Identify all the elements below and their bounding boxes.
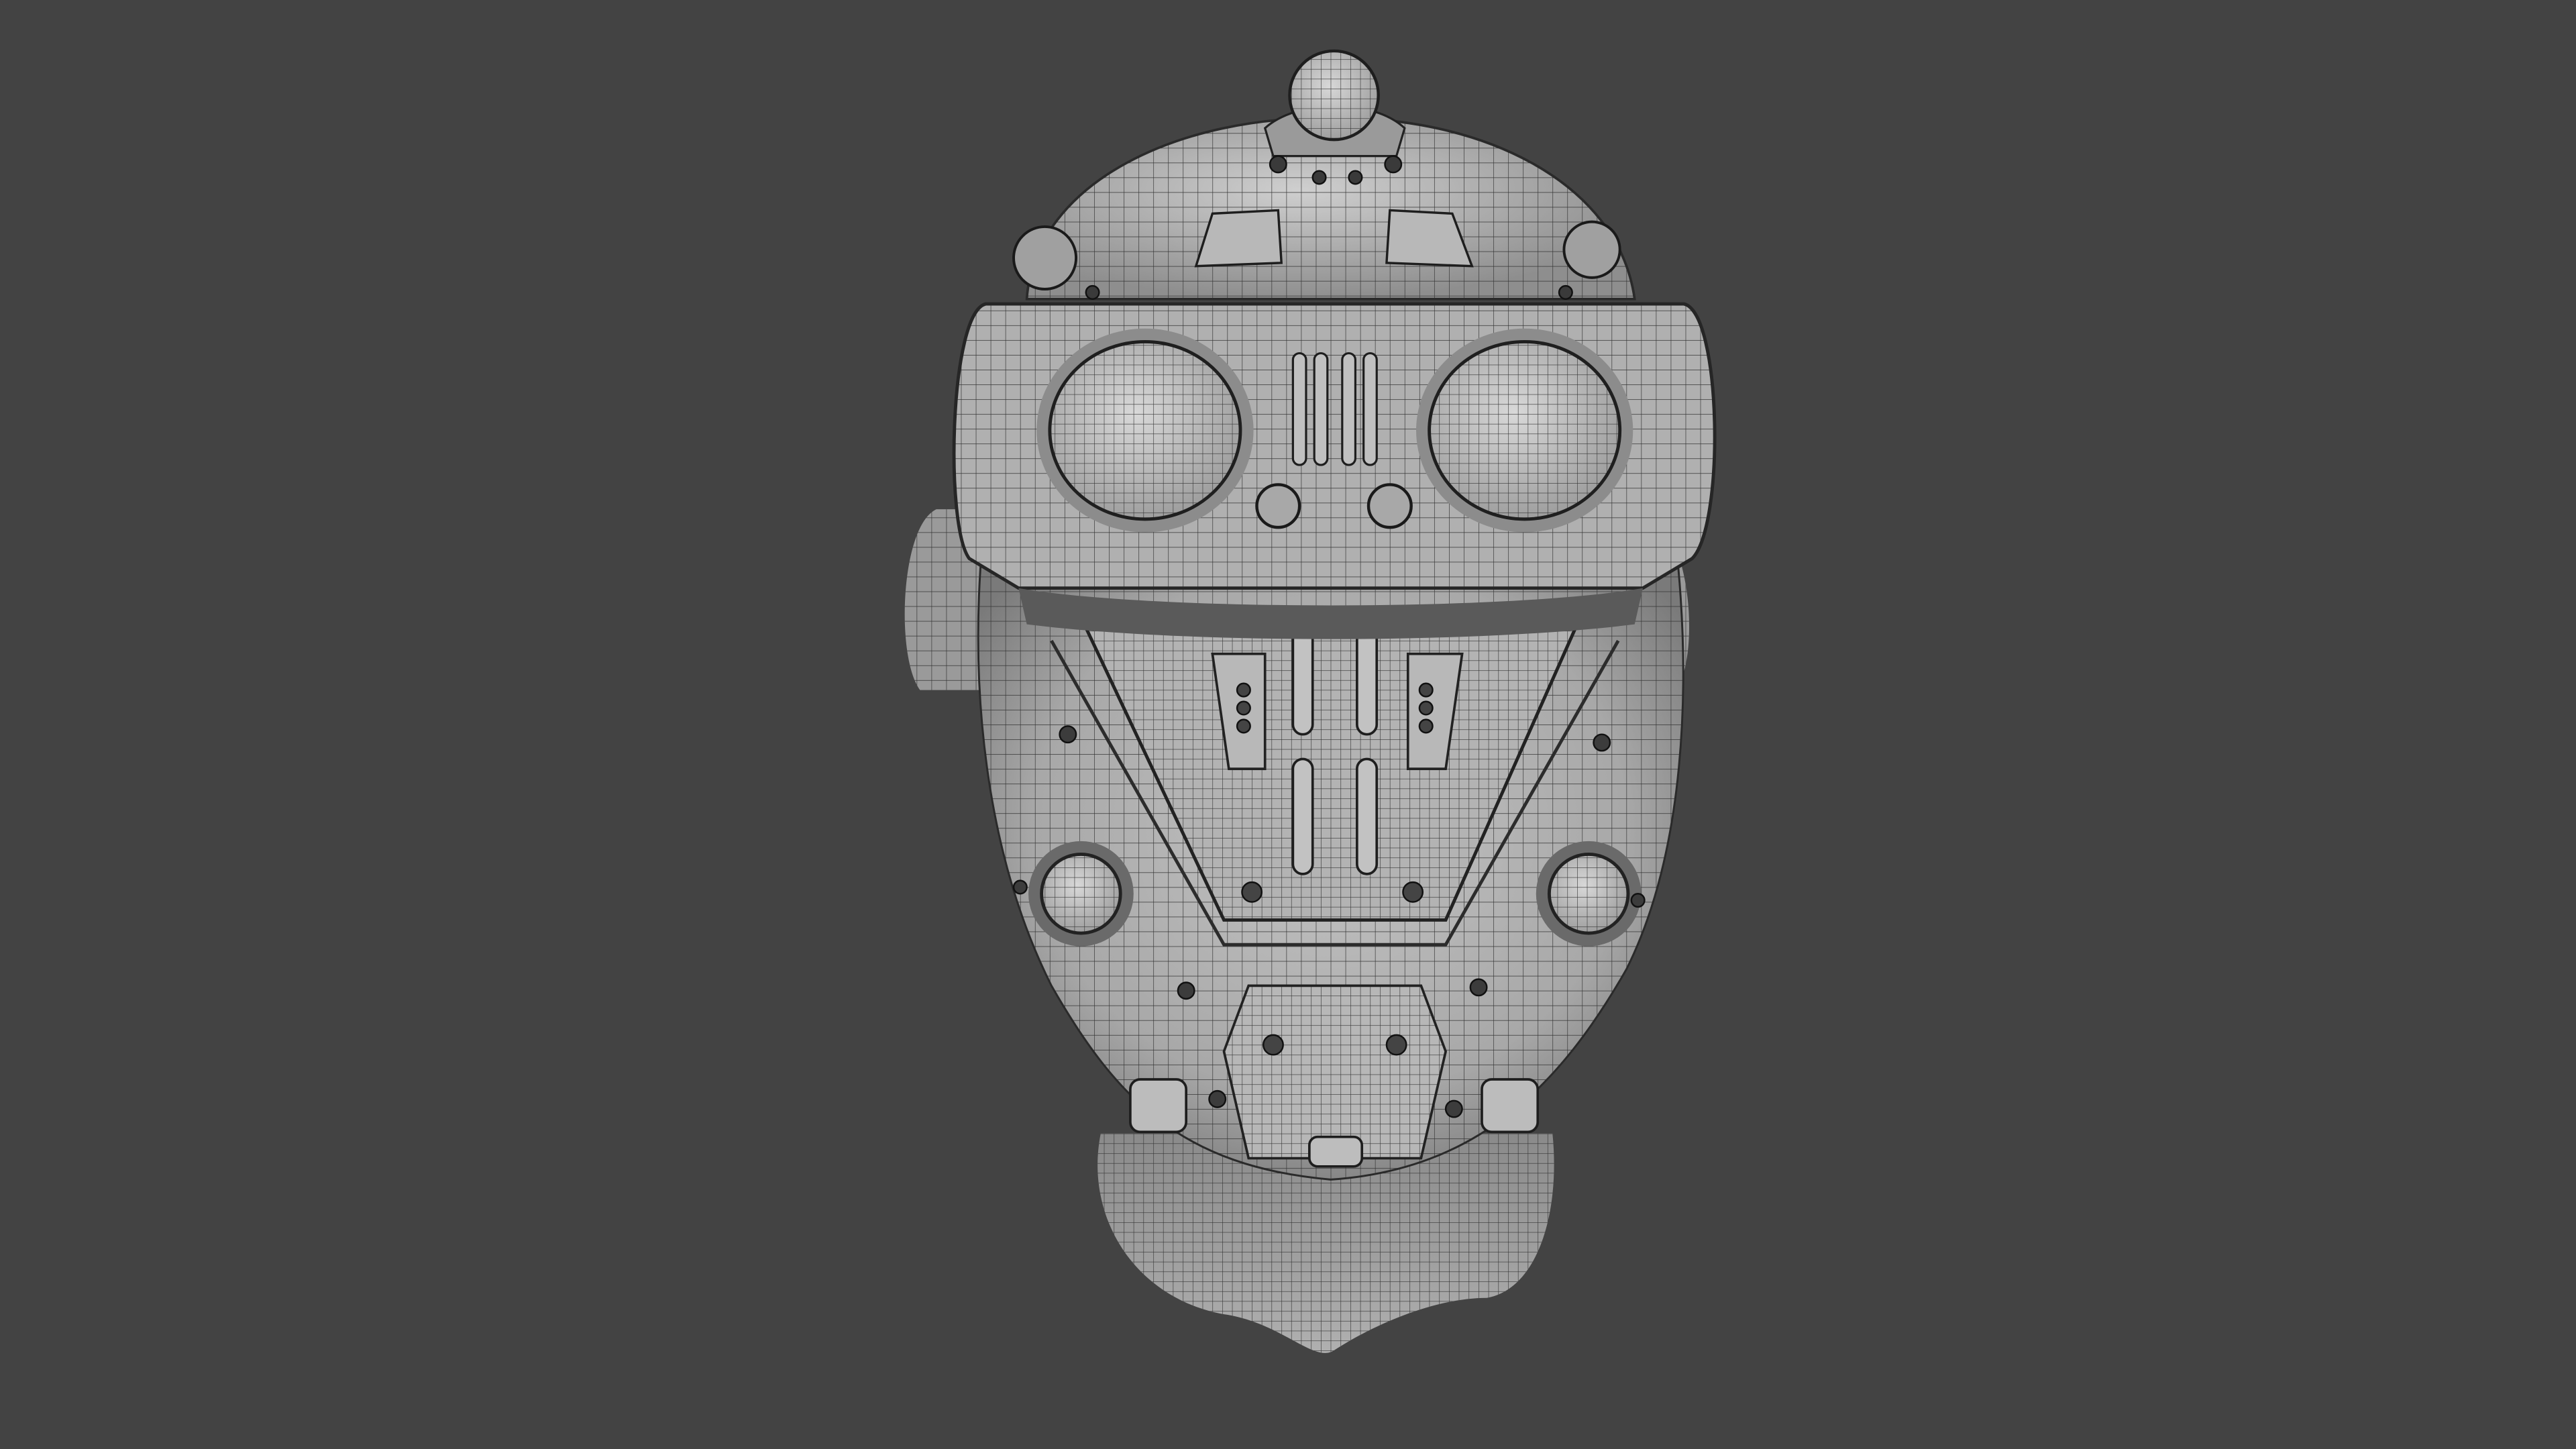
top-sensor: [1263, 49, 1406, 158]
robot-head-model: [904, 49, 1717, 1353]
slot-lower-right: [1356, 757, 1379, 875]
slot-upper-left: [1291, 626, 1314, 736]
chin-vent: [1308, 1135, 1364, 1168]
slot-lower-left: [1291, 757, 1314, 875]
left-eye-lens: [1036, 328, 1254, 533]
jaw-panel: [1222, 984, 1448, 1168]
3d-viewport[interactable]: [0, 0, 2576, 1449]
right-eye-lens: [1416, 328, 1633, 533]
right-cheek-port: [1536, 841, 1642, 947]
slot-upper-right: [1356, 626, 1379, 736]
left-cheek-port: [1028, 841, 1134, 947]
